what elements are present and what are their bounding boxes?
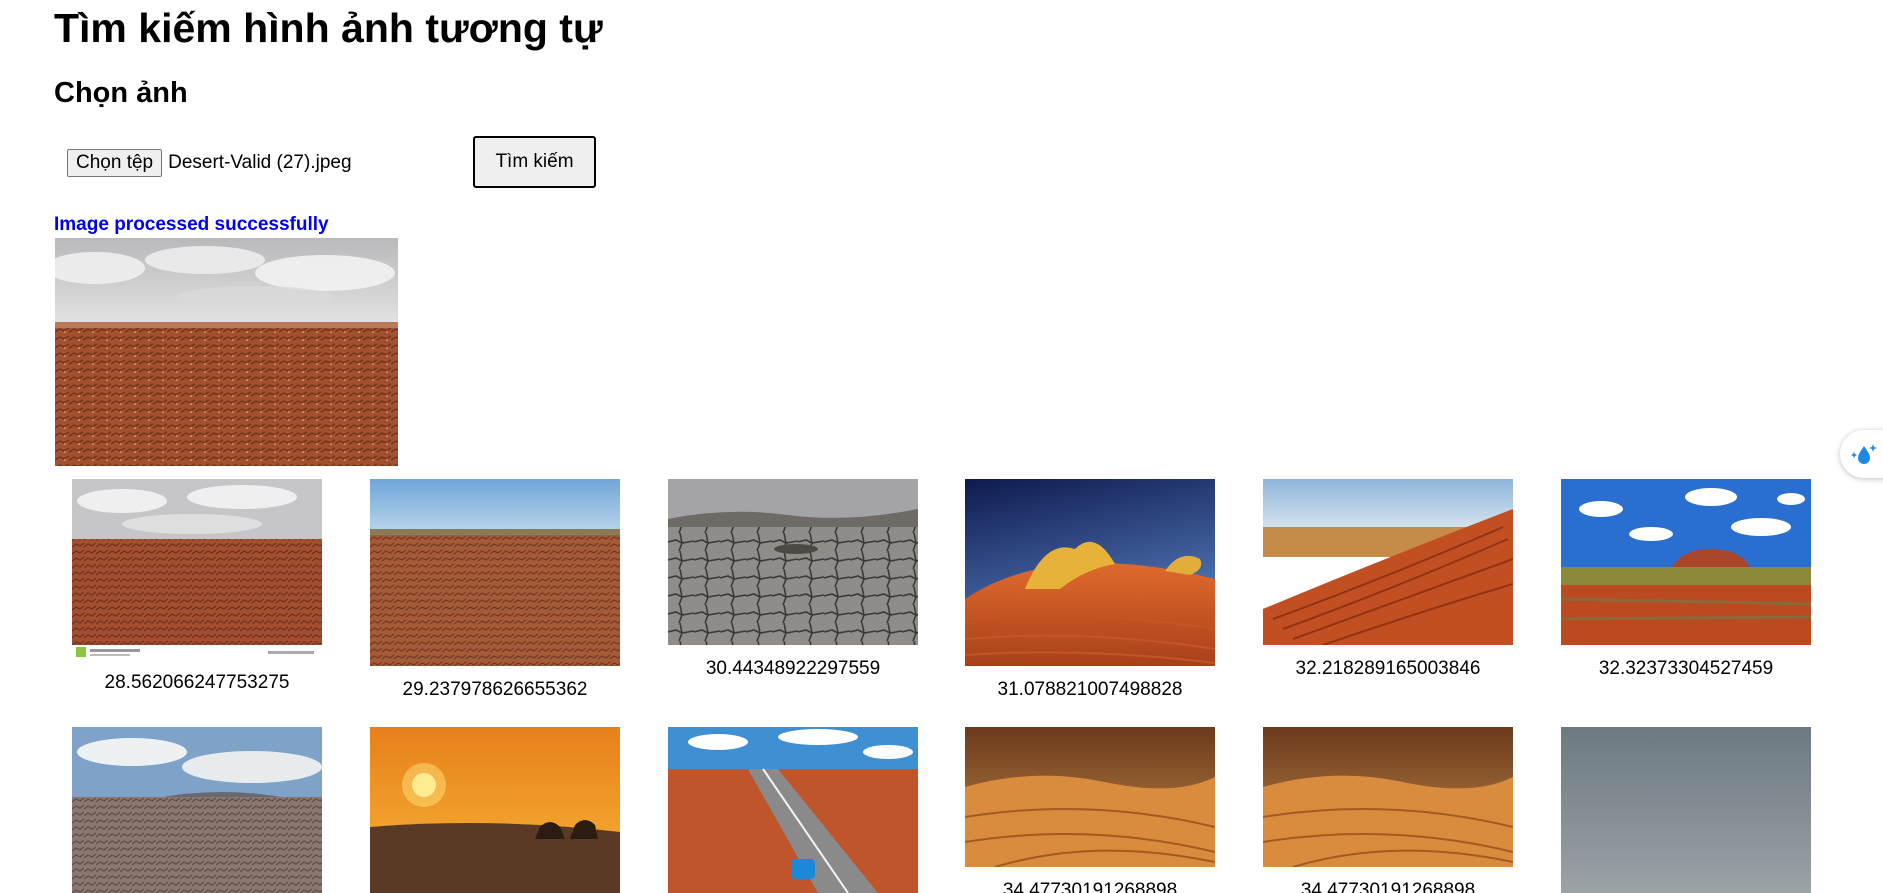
similarity-score: 30.44348922297559 <box>705 658 881 679</box>
similarity-score: 29.237978626655362 <box>402 679 588 700</box>
file-input[interactable]: Chọn tệp Desert-Valid (27).jpeg <box>67 148 352 178</box>
similarity-score: 32.218289165003846 <box>1295 658 1481 679</box>
status-message: Image processed successfully <box>54 214 329 235</box>
similarity-score: 34.47730191268898 <box>1002 880 1178 893</box>
similarity-score: 28.562066247753275 <box>104 672 290 693</box>
result-thumbnail[interactable] <box>965 727 1215 867</box>
result-item[interactable]: 30.44348922297559 <box>668 479 918 680</box>
page: Tìm kiếm hình ảnh tương tự Chọn ảnh Chọn… <box>0 0 1883 893</box>
result-thumbnail[interactable] <box>668 479 918 645</box>
similarity-score: 34.47730191268898 <box>1300 880 1476 893</box>
result-item[interactable]: 34.47730191268898 <box>965 727 1215 893</box>
result-thumbnail[interactable] <box>370 727 620 893</box>
result-thumbnail[interactable] <box>1263 727 1513 867</box>
result-item[interactable] <box>668 727 918 893</box>
choose-file-button[interactable]: Chọn tệp <box>67 149 163 177</box>
result-thumbnail[interactable] <box>1561 479 1811 645</box>
similarity-score: 32.32373304527459 <box>1598 658 1774 679</box>
section-title: Chọn ảnh <box>54 77 188 109</box>
result-item[interactable]: 28.562066247753275 <box>72 479 322 694</box>
result-item[interactable]: 31.078821007498828 <box>965 479 1215 701</box>
query-image <box>55 238 398 466</box>
result-item[interactable]: 29.237978626655362 <box>370 479 620 701</box>
result-thumbnail[interactable] <box>370 479 620 666</box>
result-thumbnail[interactable] <box>668 727 918 893</box>
result-item[interactable]: 32.218289165003846 <box>1263 479 1513 680</box>
result-item[interactable]: 34.47730191268898 <box>1263 727 1513 893</box>
result-thumbnail[interactable] <box>72 727 322 893</box>
search-button[interactable]: Tìm kiếm <box>473 136 596 188</box>
floating-extension-button[interactable] <box>1840 430 1883 478</box>
result-thumbnail[interactable] <box>72 479 322 661</box>
result-thumbnail[interactable] <box>1263 479 1513 645</box>
selected-file-name: Desert-Valid (27).jpeg <box>168 152 352 173</box>
result-item[interactable] <box>1561 727 1811 893</box>
result-thumbnail[interactable] <box>1561 727 1811 893</box>
result-item[interactable]: 32.32373304527459 <box>1561 479 1811 680</box>
similarity-score: 31.078821007498828 <box>997 679 1183 700</box>
result-thumbnail[interactable] <box>965 479 1215 666</box>
page-title: Tìm kiếm hình ảnh tương tự <box>54 5 603 51</box>
result-item[interactable] <box>72 727 322 893</box>
result-item[interactable] <box>370 727 620 893</box>
